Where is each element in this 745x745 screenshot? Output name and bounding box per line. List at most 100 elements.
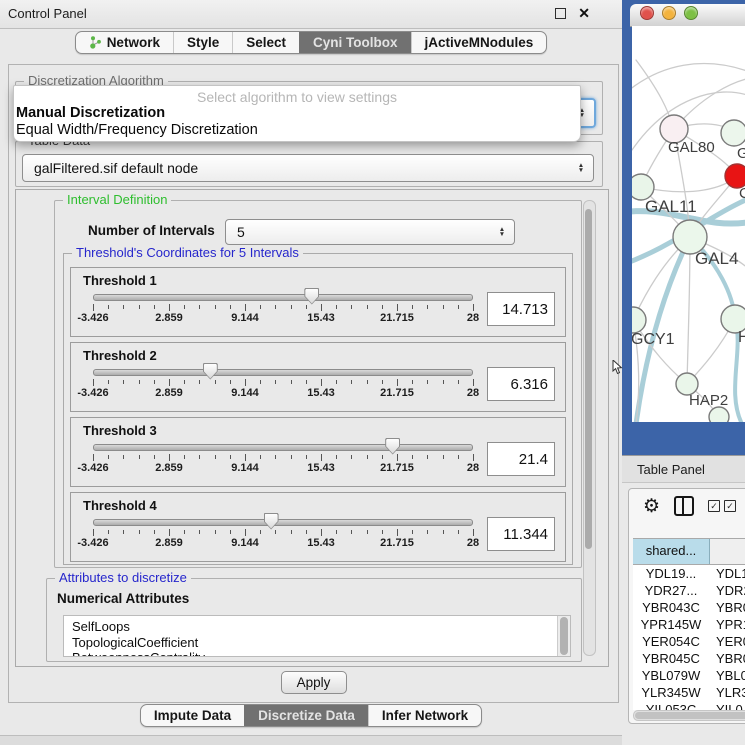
table-row[interactable]: YBL079WYBL0 xyxy=(633,667,745,684)
slider-track[interactable] xyxy=(93,369,473,376)
tab-cyni-toolbox[interactable]: Cyni Toolbox xyxy=(299,32,411,53)
column-header-shared-name[interactable]: shared... xyxy=(633,539,710,564)
checkbox-icon[interactable]: ✓ xyxy=(708,500,720,512)
close-button[interactable]: ✕ xyxy=(578,7,590,19)
cyni-toolbox-panel: Discretization Algorithm ▲▼ Select algor… xyxy=(8,64,619,703)
thresholds-group-title: Threshold's Coordinates for 5 Intervals xyxy=(72,245,303,260)
tab-label: jActiveMNodules xyxy=(425,35,534,50)
attribute-item[interactable]: TopologicalCoefficient xyxy=(72,635,570,651)
network-node-label: G xyxy=(737,145,745,162)
attributes-scrollbar[interactable] xyxy=(557,616,570,656)
apply-button[interactable]: Apply xyxy=(281,671,347,694)
threshold-slider[interactable]: -3.4262.8599.14415.4321.71528 xyxy=(93,369,473,400)
table-panel-card: ⚙ ✓ ✓ shared... n YDL19...YDL1YDR27...YD… xyxy=(628,488,745,724)
slider-track[interactable] xyxy=(93,444,473,451)
network-edge[interactable] xyxy=(632,64,745,96)
threshold-panel: Threshold 2 -3.4262.8599.14415.4321.7152… xyxy=(70,342,566,412)
table-row[interactable]: YBR043CYBR0 xyxy=(633,599,745,616)
network-window-titlebar[interactable] xyxy=(630,4,745,27)
table-data-value: galFiltered.sif default node xyxy=(23,160,574,176)
algorithm-option-equal-width[interactable]: Equal Width/Frequency Discretization xyxy=(14,122,580,139)
attributes-scrollbar-thumb[interactable] xyxy=(560,617,568,655)
network-node-label: GCY1 xyxy=(632,331,675,348)
control-panel: Control Panel ✕ Network Style Select Cyni T… xyxy=(0,0,622,745)
threshold-slider[interactable]: -3.4262.8599.14415.4321.71528 xyxy=(93,519,473,550)
table-hscrollbar[interactable] xyxy=(633,710,745,721)
network-node[interactable] xyxy=(632,307,646,333)
attribute-item[interactable]: BetweennessCentrality xyxy=(72,650,570,657)
bottom-tab-impute-data[interactable]: Impute Data xyxy=(141,705,244,726)
table-row[interactable]: YIL053CYIL0 xyxy=(633,701,745,710)
bottom-tab-infer-network[interactable]: Infer Network xyxy=(368,705,481,726)
float-button[interactable] xyxy=(555,8,566,19)
table-row[interactable]: YBR045CYBR0 xyxy=(633,650,745,667)
combo-stepper-icon: ▲▼ xyxy=(574,163,588,173)
control-panel-tabbar: Network Style Select Cyni Toolbox jActiveMNo… xyxy=(0,31,622,54)
slider-tick-labels: -3.4262.8599.14415.4321.71528 xyxy=(93,387,473,400)
close-light[interactable] xyxy=(640,6,654,20)
table-data-combo[interactable]: galFiltered.sif default node ▲▼ xyxy=(22,154,594,182)
threshold-slider[interactable]: -3.4262.8599.14415.4321.71528 xyxy=(93,444,473,475)
network-node-label: GAL11 xyxy=(645,197,697,216)
settings-scrollbar-thumb[interactable] xyxy=(585,209,592,549)
slider-thumb[interactable] xyxy=(264,513,279,530)
zoom-light[interactable] xyxy=(684,6,698,20)
slider-thumb[interactable] xyxy=(203,363,218,380)
slider-track[interactable] xyxy=(93,294,473,301)
network-node-label: HAP2 xyxy=(689,392,728,409)
slider-thumb[interactable] xyxy=(385,438,400,455)
network-node-label: GAL80 xyxy=(668,139,715,156)
table-row[interactable]: YDR27...YDR2 xyxy=(633,582,745,599)
table-hscrollbar-thumb[interactable] xyxy=(635,712,745,719)
columns-icon[interactable] xyxy=(674,496,694,516)
numerical-attributes-list: SelfLoopsTopologicalCoefficientBetweenne… xyxy=(63,615,571,657)
number-of-intervals-combo[interactable]: 5 ▲▼ xyxy=(225,219,515,245)
threshold-label: Threshold 1 xyxy=(83,273,157,288)
table-row[interactable]: YDL19...YDL1 xyxy=(633,565,745,582)
slider-ticks xyxy=(93,379,473,387)
tab-select[interactable]: Select xyxy=(232,32,299,53)
threshold-label: Threshold 3 xyxy=(83,423,157,438)
network-node[interactable] xyxy=(721,120,745,146)
table-row[interactable]: YPR145WYPR1 xyxy=(633,616,745,633)
algorithm-option-manual[interactable]: Manual Discretization xyxy=(14,105,580,122)
threshold-value-input[interactable] xyxy=(487,367,555,401)
network-edge[interactable] xyxy=(641,176,737,192)
threshold-value-input[interactable] xyxy=(487,292,555,326)
threshold-slider[interactable]: -3.4262.8599.14415.4321.71528 xyxy=(93,294,473,325)
tab-jactivemnodules[interactable]: jActiveMNodules xyxy=(411,32,547,53)
settings-scrollbar[interactable] xyxy=(583,200,596,656)
tab-network[interactable]: Network xyxy=(76,32,173,53)
checkbox-icon[interactable]: ✓ xyxy=(724,500,736,512)
tab-label: Style xyxy=(187,35,219,50)
minimize-light[interactable] xyxy=(662,6,676,20)
attribute-item[interactable]: SelfLoops xyxy=(72,619,570,635)
control-panel-tabs: Network Style Select Cyni Toolbox jActiveMNo… xyxy=(75,31,548,54)
tab-label: Cyni Toolbox xyxy=(313,35,398,50)
table-panel-title: Table Panel xyxy=(622,455,745,483)
traffic-lights xyxy=(640,6,706,25)
column-header-name[interactable]: n xyxy=(710,539,745,564)
slider-ticks xyxy=(93,454,473,462)
control-panel-titlebar: Control Panel ✕ xyxy=(0,0,622,29)
algorithm-dropdown-popup: Select algorithm to view settings Manual… xyxy=(13,85,581,142)
tab-style[interactable]: Style xyxy=(173,32,232,53)
slider-track[interactable] xyxy=(93,519,473,526)
threshold-panel: Threshold 1 -3.4262.8599.14415.4321.7152… xyxy=(70,267,566,337)
numerical-attributes-label: Numerical Attributes xyxy=(57,591,189,606)
node-table: shared... n YDL19...YDL1YDR27...YDR2YBR0… xyxy=(633,538,745,710)
network-edge[interactable] xyxy=(687,237,690,384)
gear-icon[interactable]: ⚙ xyxy=(643,497,660,516)
threshold-value-input[interactable] xyxy=(487,517,555,551)
network-canvas[interactable]: GAL80GCGAL11GAL4GCY1HHAP2 xyxy=(632,26,745,422)
slider-thumb[interactable] xyxy=(304,288,319,305)
network-node[interactable] xyxy=(709,407,729,422)
attributes-group: Attributes to discretize Numerical Attri… xyxy=(46,578,582,662)
bottom-tab-discretize-data[interactable]: Discretize Data xyxy=(244,705,368,726)
table-row[interactable]: YER054CYER0 xyxy=(633,633,745,650)
table-row[interactable]: YLR345WYLR3 xyxy=(633,684,745,701)
tab-label: Discretize Data xyxy=(258,708,355,723)
network-icon xyxy=(89,35,102,50)
threshold-value-input[interactable] xyxy=(487,442,555,476)
thresholds-container: Threshold 1 -3.4262.8599.14415.4321.7152… xyxy=(70,267,566,562)
